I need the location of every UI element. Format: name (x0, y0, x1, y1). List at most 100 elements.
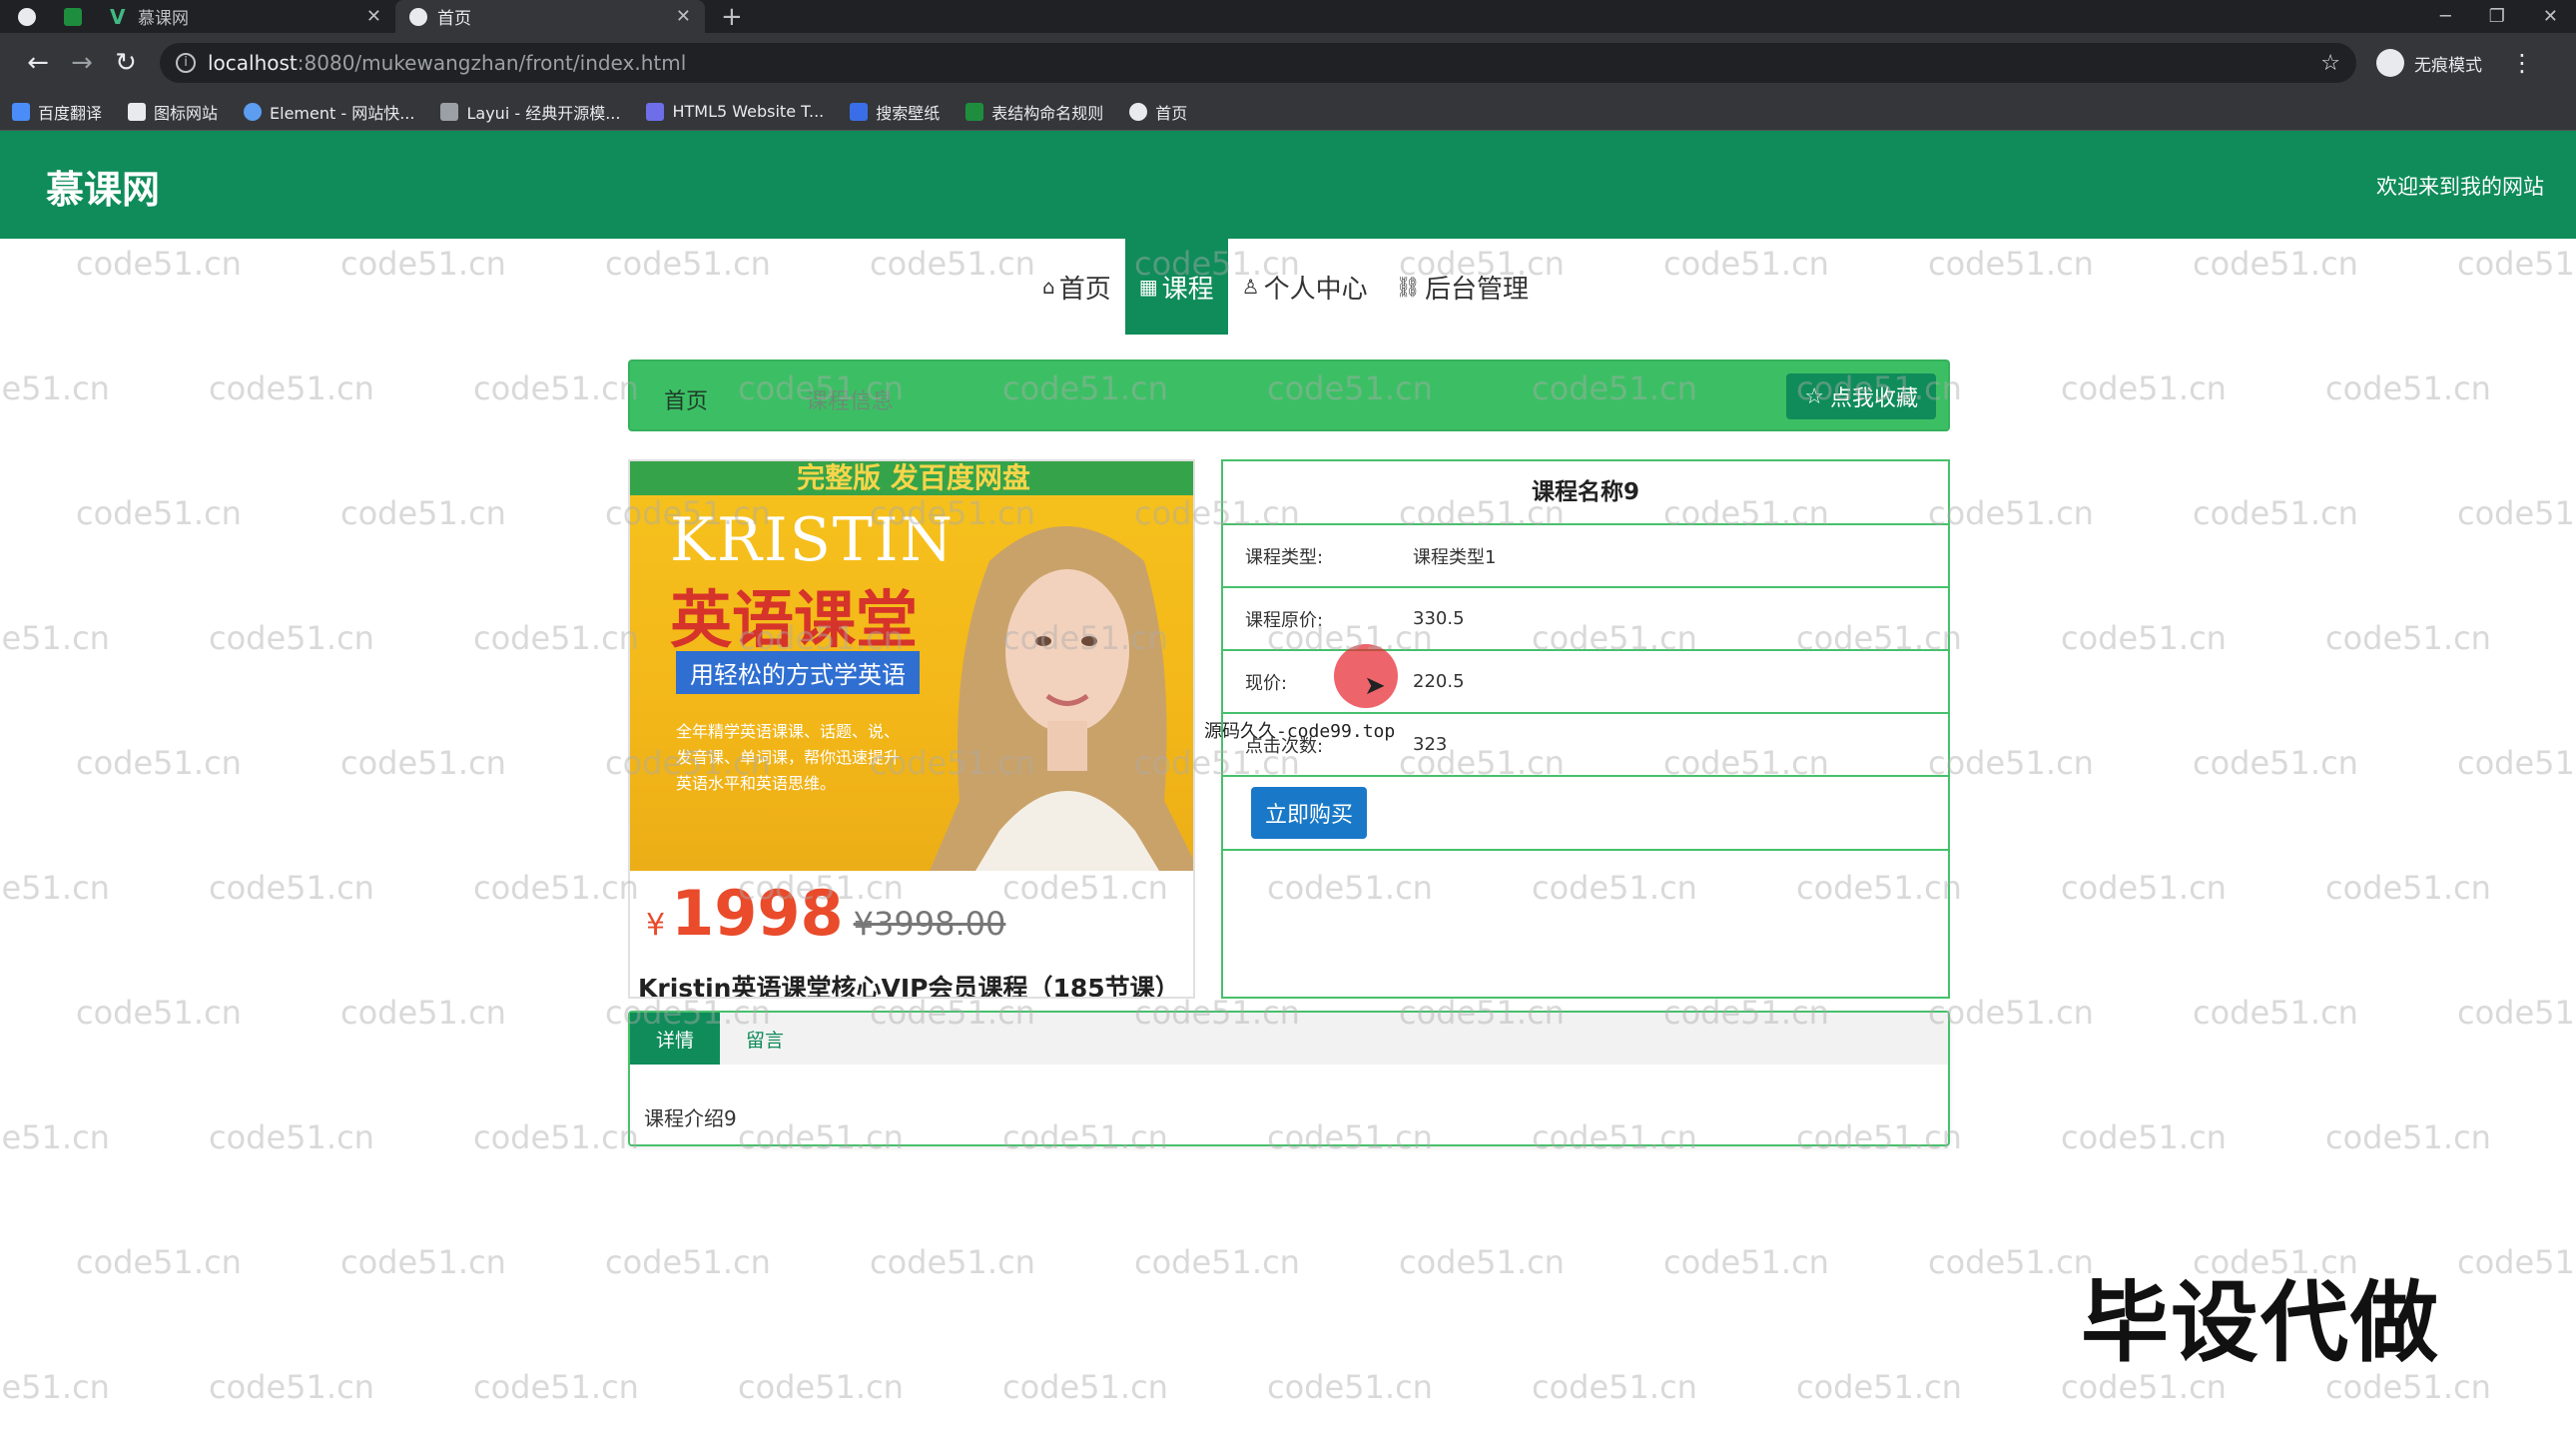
site-info-icon[interactable]: i (176, 53, 196, 73)
back-icon[interactable]: ← (16, 48, 60, 78)
bookmark-star-icon[interactable]: ☆ (2320, 51, 2340, 76)
watermark: code51.cn (2325, 869, 2491, 907)
favorite-label: 点我收藏 (1829, 386, 1918, 411)
info-value: 323 (1413, 734, 1448, 755)
buy-now-button[interactable]: 立即购买 (1251, 787, 1368, 839)
bookmark-label: 首页 (1155, 103, 1188, 123)
bookmark-item[interactable]: Layui - 经典开源模... (440, 100, 620, 124)
bookmark-label: Element - 网站快... (270, 103, 415, 123)
watermark: code51.cn (1663, 245, 1829, 283)
nav-admin[interactable]: ⛓ 后台管理 (1382, 239, 1543, 335)
forward-icon[interactable]: → (60, 48, 104, 78)
watermark: code51.cn (473, 1368, 639, 1406)
watermark: code51.cn (1532, 1368, 1697, 1406)
watermark: code51.cn (76, 1243, 242, 1281)
browser-tab-1[interactable]: V 慕课网 ✕ (96, 0, 395, 33)
window-controls: ─ ❐ ✕ (2440, 6, 2576, 27)
chrome-icon[interactable] (18, 7, 36, 26)
layui-icon (440, 102, 459, 121)
watermark: code51.cn (2457, 994, 2576, 1032)
welcome-text: 欢迎来到我的网站 (2376, 175, 2544, 199)
course-image: 完整版 发百度网盘 KRISTIN 英语课堂 用轻松的方式学英语 全年精学英语课… (628, 459, 1195, 999)
watermark: code51.cn (2457, 1243, 2576, 1281)
watermark: code51.cn (1928, 994, 2094, 1032)
watermark: code51.cn (209, 1368, 374, 1406)
bookmark-item[interactable]: 图标网站 (128, 100, 218, 124)
bookmark-label: 百度翻译 (38, 103, 103, 123)
bookmark-item[interactable]: 表结构命名规则 (966, 100, 1103, 124)
watermark: code51.cn (76, 245, 242, 283)
nav-label: 个人中心 (1263, 274, 1368, 305)
watermark: code51.cn (1002, 1368, 1168, 1406)
watermark: code51.cn (2457, 494, 2576, 532)
poster-old-price: ¥3998.00 (853, 905, 1006, 943)
new-tab-button[interactable]: + (721, 2, 743, 32)
nav-profile[interactable]: ♙ 个人中心 (1228, 239, 1382, 335)
nav-label: 后台管理 (1424, 274, 1529, 305)
incognito-label: 无痕模式 (2414, 55, 2482, 76)
watermark: code51.cn (1267, 1368, 1433, 1406)
address-bar[interactable]: i localhost :8080/mukewangzhan/front/ind… (160, 43, 2356, 83)
close-tab-icon[interactable]: ✕ (676, 6, 691, 27)
watermark: code51.cn (1399, 1243, 1565, 1281)
nav-courses[interactable]: ▦ 课程 (1124, 239, 1228, 335)
wallpaper-icon (850, 102, 869, 121)
info-label: 课程类型: (1245, 546, 1324, 568)
nav-label: 首页 (1058, 274, 1111, 305)
watermark: code51.cn (2325, 369, 2491, 407)
watermark: code51.cn (0, 369, 110, 407)
star-icon: ☆ (1804, 383, 1824, 409)
watermark: code51.cn (870, 1243, 1035, 1281)
watermark: code51.cn (1796, 1368, 1962, 1406)
incognito-indicator[interactable]: 无痕模式 (2376, 49, 2482, 77)
watermark: code51.cn (1928, 494, 2094, 532)
course-name: 课程名称9 (1223, 461, 1948, 525)
restore-icon[interactable]: ❐ (2489, 6, 2505, 27)
watermark: code51.cn (605, 1243, 771, 1281)
close-tab-icon[interactable]: ✕ (366, 6, 381, 27)
bookmark-item[interactable]: 首页 (1129, 100, 1187, 124)
site-logo[interactable]: 慕课网 (46, 159, 160, 214)
bookmark-label: 搜索壁纸 (876, 103, 941, 123)
favorite-button[interactable]: ☆ 点我收藏 (1786, 373, 1936, 419)
close-window-icon[interactable]: ✕ (2543, 6, 2558, 27)
nav-home[interactable]: ⌂ 首页 (1028, 239, 1125, 335)
info-value: 330.5 (1413, 608, 1465, 629)
browser-tab-title: 慕课网 (138, 9, 189, 29)
watermark: code51.cn (76, 744, 242, 782)
watermark: code51.cn (738, 1368, 904, 1406)
browser-toolbar: ← → ↻ i localhost :8080/mukewangzhan/fro… (0, 33, 2576, 93)
bookmark-item[interactable]: Element - 网站快... (244, 100, 414, 124)
watermark: code51.cn (2193, 494, 2358, 532)
watermark: code51.cn (2193, 245, 2358, 283)
globe-icon (409, 7, 427, 26)
watermark: code51.cn (2193, 994, 2358, 1032)
minimize-icon[interactable]: ─ (2440, 6, 2451, 27)
browser-menu-icon[interactable]: ⋮ (2510, 49, 2534, 77)
breadcrumb-home[interactable]: 首页 (664, 383, 708, 415)
extension-icon[interactable] (64, 7, 82, 26)
watermark: code51.cn (209, 369, 374, 407)
tab-details[interactable]: 详情 (630, 1013, 721, 1065)
buy-row: 立即购买 (1223, 777, 1948, 851)
browser-tab-title: 首页 (437, 9, 471, 29)
watermark: code51.cn (1928, 744, 2094, 782)
bookmark-label: 表结构命名规则 (991, 103, 1104, 123)
bookmark-label: Layui - 经典开源模... (466, 103, 621, 123)
poster-banner: 完整版 发百度网盘 (630, 461, 1193, 495)
tab-comments[interactable]: 留言 (720, 1013, 810, 1065)
watermark: code51.cn (209, 869, 374, 907)
watermark: code51.cn (2457, 744, 2576, 782)
globe-icon (1129, 102, 1148, 121)
reload-icon[interactable]: ↻ (104, 48, 148, 78)
user-icon: ♙ (1241, 275, 1260, 299)
bookmark-item[interactable]: 百度翻译 (12, 100, 102, 124)
watermark: code51.cn (209, 619, 374, 657)
watermark: code51.cn (0, 869, 110, 907)
tab-content: 课程介绍9 (644, 1106, 737, 1130)
course-poster: 完整版 发百度网盘 KRISTIN 英语课堂 用轻松的方式学英语 全年精学英语课… (630, 461, 1193, 871)
browser-tab-2[interactable]: 首页 ✕ (395, 0, 705, 33)
bookmark-item[interactable]: HTML5 Website T... (646, 102, 824, 121)
watermark: code51.cn (2193, 744, 2358, 782)
bookmark-item[interactable]: 搜索壁纸 (850, 100, 940, 124)
